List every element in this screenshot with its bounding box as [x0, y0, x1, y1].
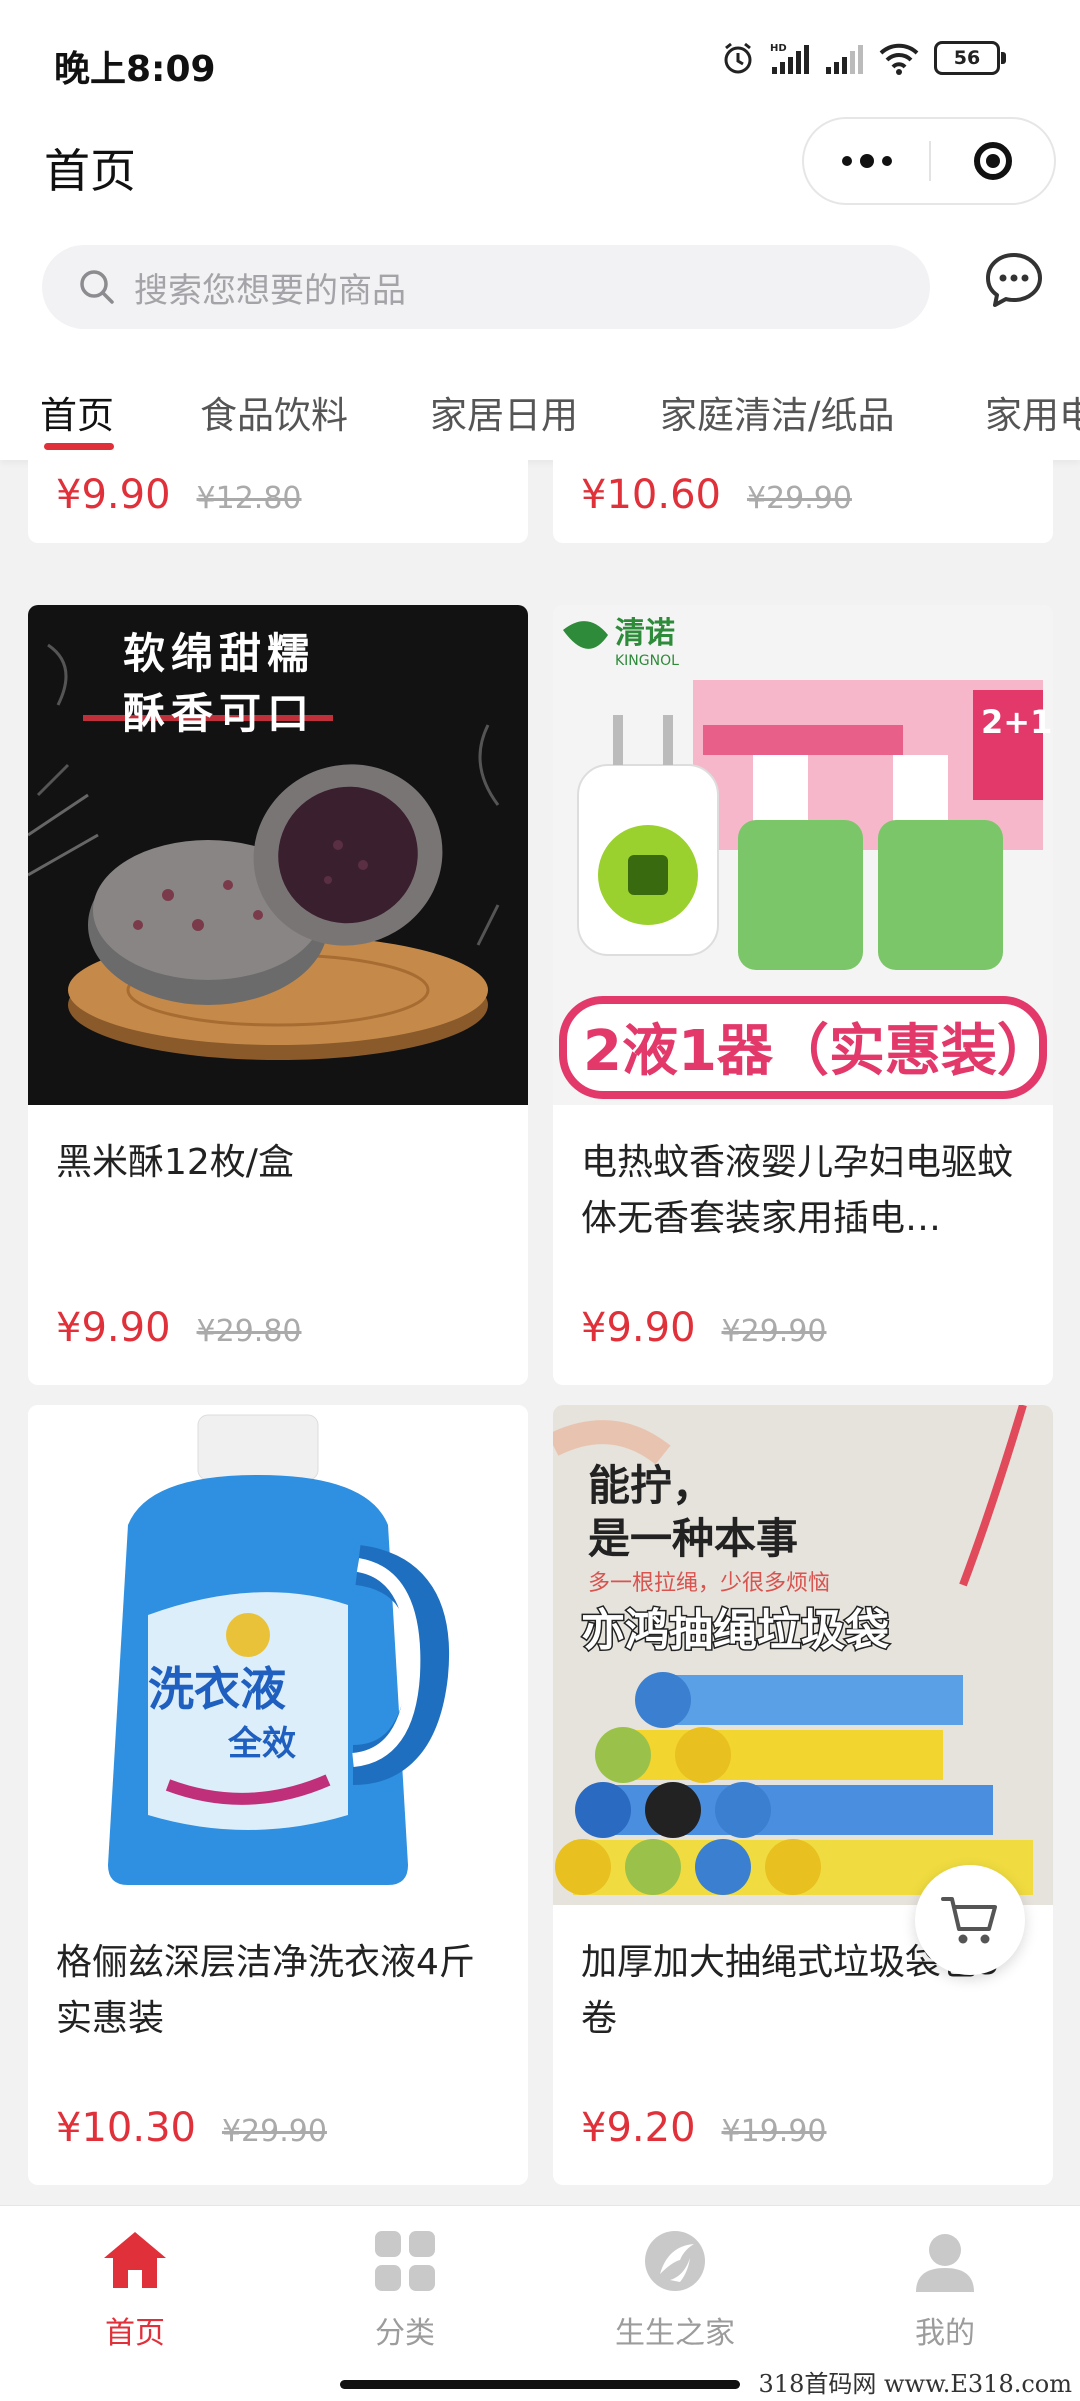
price-row: ¥9.20 ¥19.90: [581, 2105, 827, 2151]
product-name: 黑米酥12枚/盒: [56, 1142, 294, 1183]
product-price: ¥9.90: [581, 1305, 696, 1351]
product-price: ¥9.90: [56, 472, 171, 518]
original-price: ¥29.90: [221, 2114, 327, 2149]
image-caption: 酥香可口: [123, 689, 315, 738]
image-caption: 2+1: [981, 703, 1052, 741]
profile-icon: [916, 2234, 974, 2292]
product-image: 软绵甜糯 酥香可口: [28, 605, 528, 1105]
status-icons: HD 56: [720, 40, 1006, 76]
tabbar-item-shengsheng[interactable]: 生生之家: [575, 2226, 775, 2352]
home-indicator[interactable]: [340, 2380, 740, 2389]
page-title: 首页: [44, 144, 136, 198]
svg-text:HD: HD: [770, 43, 787, 54]
price-row: ¥9.90 ¥12.80: [56, 472, 302, 518]
status-bar: 晚上8:09 HD 56: [0, 0, 1080, 125]
signal-hd-icon: HD: [770, 43, 809, 74]
nav-bar: 首页: [0, 117, 1080, 235]
image-caption: 是一种本事: [588, 1514, 798, 1563]
price-row: ¥9.90 ¥29.80: [56, 1305, 302, 1351]
original-price: ¥29.90: [721, 1314, 827, 1349]
wifi-icon: [879, 43, 919, 75]
close-mini-program-icon[interactable]: [931, 142, 1054, 180]
tab-cleaning-paper[interactable]: 家庭清洁/纸品: [660, 385, 894, 439]
original-price: ¥29.80: [196, 1314, 302, 1349]
home-icon: [104, 2232, 166, 2288]
product-card[interactable]: 软绵甜糯 酥香可口 黑米酥12枚/盒 ¥9.90 ¥29.80: [28, 605, 528, 1385]
image-caption: 洗衣液: [148, 1662, 286, 1716]
tabbar-label: 首页: [105, 2316, 165, 2351]
image-caption: 能拧，: [588, 1461, 714, 1510]
image-caption: 多一根拉绳，少很多烦恼: [588, 1571, 830, 1596]
original-price: ¥12.80: [196, 481, 302, 516]
category-grid-icon: [375, 2231, 435, 2291]
product-image: 清诺 KINGNOL 2+1 2液1器（实惠装）: [553, 605, 1053, 1105]
tabbar-item-home[interactable]: 首页: [35, 2226, 235, 2352]
tabbar-item-profile[interactable]: 我的: [845, 2226, 1045, 2352]
search-icon: [80, 270, 114, 304]
product-price: ¥9.90: [56, 1305, 171, 1351]
product-card[interactable]: 清诺 KINGNOL 2+1 2液1器（实惠装） 电热蚊香液婴儿孕妇电驱蚊体无香…: [553, 605, 1053, 1385]
active-tab-indicator: [44, 443, 114, 450]
cart-button[interactable]: [915, 1865, 1025, 1975]
search-placeholder: 搜索您想要的商品: [134, 270, 406, 311]
price-row: ¥10.30 ¥29.90: [56, 2105, 327, 2151]
price-row: ¥9.90 ¥29.90: [581, 1305, 827, 1351]
product-image: 能拧， 是一种本事 多一根拉绳，少很多烦恼 亦鸿抽绳垃圾袋: [553, 1405, 1053, 1905]
battery-icon: 56: [934, 41, 1006, 75]
product-card[interactable]: 洗衣液 全效 格俪兹深层洁净洗衣液4斤实惠装 ¥10.30 ¥29.90: [28, 1405, 528, 2185]
signal-icon: [826, 45, 863, 74]
product-name: 格俪兹深层洁净洗衣液4斤实惠装: [56, 1942, 475, 2039]
tabbar-label: 我的: [915, 2316, 975, 2351]
product-name: 电热蚊香液婴儿孕妇电驱蚊体无香套装家用插电…: [581, 1142, 1014, 1239]
cart-icon: [941, 1897, 997, 1944]
message-icon[interactable]: [982, 249, 1046, 313]
image-caption: KINGNOL: [615, 653, 679, 669]
product-price: ¥9.20: [581, 2105, 696, 2151]
tabbar-item-category[interactable]: 分类: [305, 2226, 505, 2352]
search-row: 搜索您想要的商品: [0, 235, 1080, 345]
product-image-art: 软绵甜糯 酥香可口: [28, 629, 500, 1060]
image-caption: 软绵甜糯: [123, 629, 315, 678]
tab-appliances[interactable]: 家用电: [985, 385, 1080, 439]
shengsheng-logo-icon: [645, 2231, 705, 2291]
image-caption: 清诺: [615, 616, 675, 651]
alarm-icon: [724, 42, 752, 74]
image-caption: 全效: [227, 1724, 296, 1764]
product-card[interactable]: 能拧， 是一种本事 多一根拉绳，少很多烦恼 亦鸿抽绳垃圾袋 加厚加大抽绳式垃圾袋…: [553, 1405, 1053, 2185]
product-price: ¥10.30: [56, 2105, 196, 2151]
mini-program-capsule: [802, 117, 1056, 205]
original-price: ¥19.90: [721, 2114, 827, 2149]
status-time: 晚上8:09: [54, 49, 216, 90]
tab-home-daily[interactable]: 家居日用: [430, 385, 578, 439]
image-caption: 2液1器（实惠装）: [583, 1019, 1053, 1084]
original-price: ¥29.90: [746, 481, 852, 516]
image-caption: 亦鸿抽绳垃圾袋: [581, 1605, 889, 1656]
product-grid: ¥9.90 ¥12.80 ¥10.60 ¥29.90 软绵甜糯 酥香可口 黑米酥…: [0, 460, 1080, 2205]
more-menu-icon[interactable]: [804, 154, 929, 168]
price-row: ¥10.60 ¥29.90: [581, 472, 852, 518]
tab-home[interactable]: 首页: [40, 385, 114, 439]
tabbar-label: 生生之家: [615, 2316, 735, 2351]
product-card-partial[interactable]: ¥10.60 ¥29.90: [553, 460, 1053, 543]
watermark: 318首码网 www.E318.com: [758, 2370, 1072, 2398]
product-image-art: 洗衣液 全效: [108, 1414, 450, 1885]
tabbar-label: 分类: [375, 2316, 435, 2351]
product-image-art: 清诺 KINGNOL 2+1 2液1器（实惠装）: [559, 616, 1053, 1099]
product-image-art: 能拧， 是一种本事 多一根拉绳，少很多烦恼 亦鸿抽绳垃圾袋: [553, 1405, 1033, 1895]
product-price: ¥10.60: [581, 472, 721, 518]
product-image: 洗衣液 全效: [28, 1405, 528, 1905]
category-tabs: 首页 食品饮料 家居日用 家庭清洁/纸品 家用电: [0, 345, 1080, 460]
product-card-partial[interactable]: ¥9.90 ¥12.80: [28, 460, 528, 543]
search-input[interactable]: 搜索您想要的商品: [42, 245, 930, 329]
tab-food-drinks[interactable]: 食品饮料: [200, 385, 348, 439]
